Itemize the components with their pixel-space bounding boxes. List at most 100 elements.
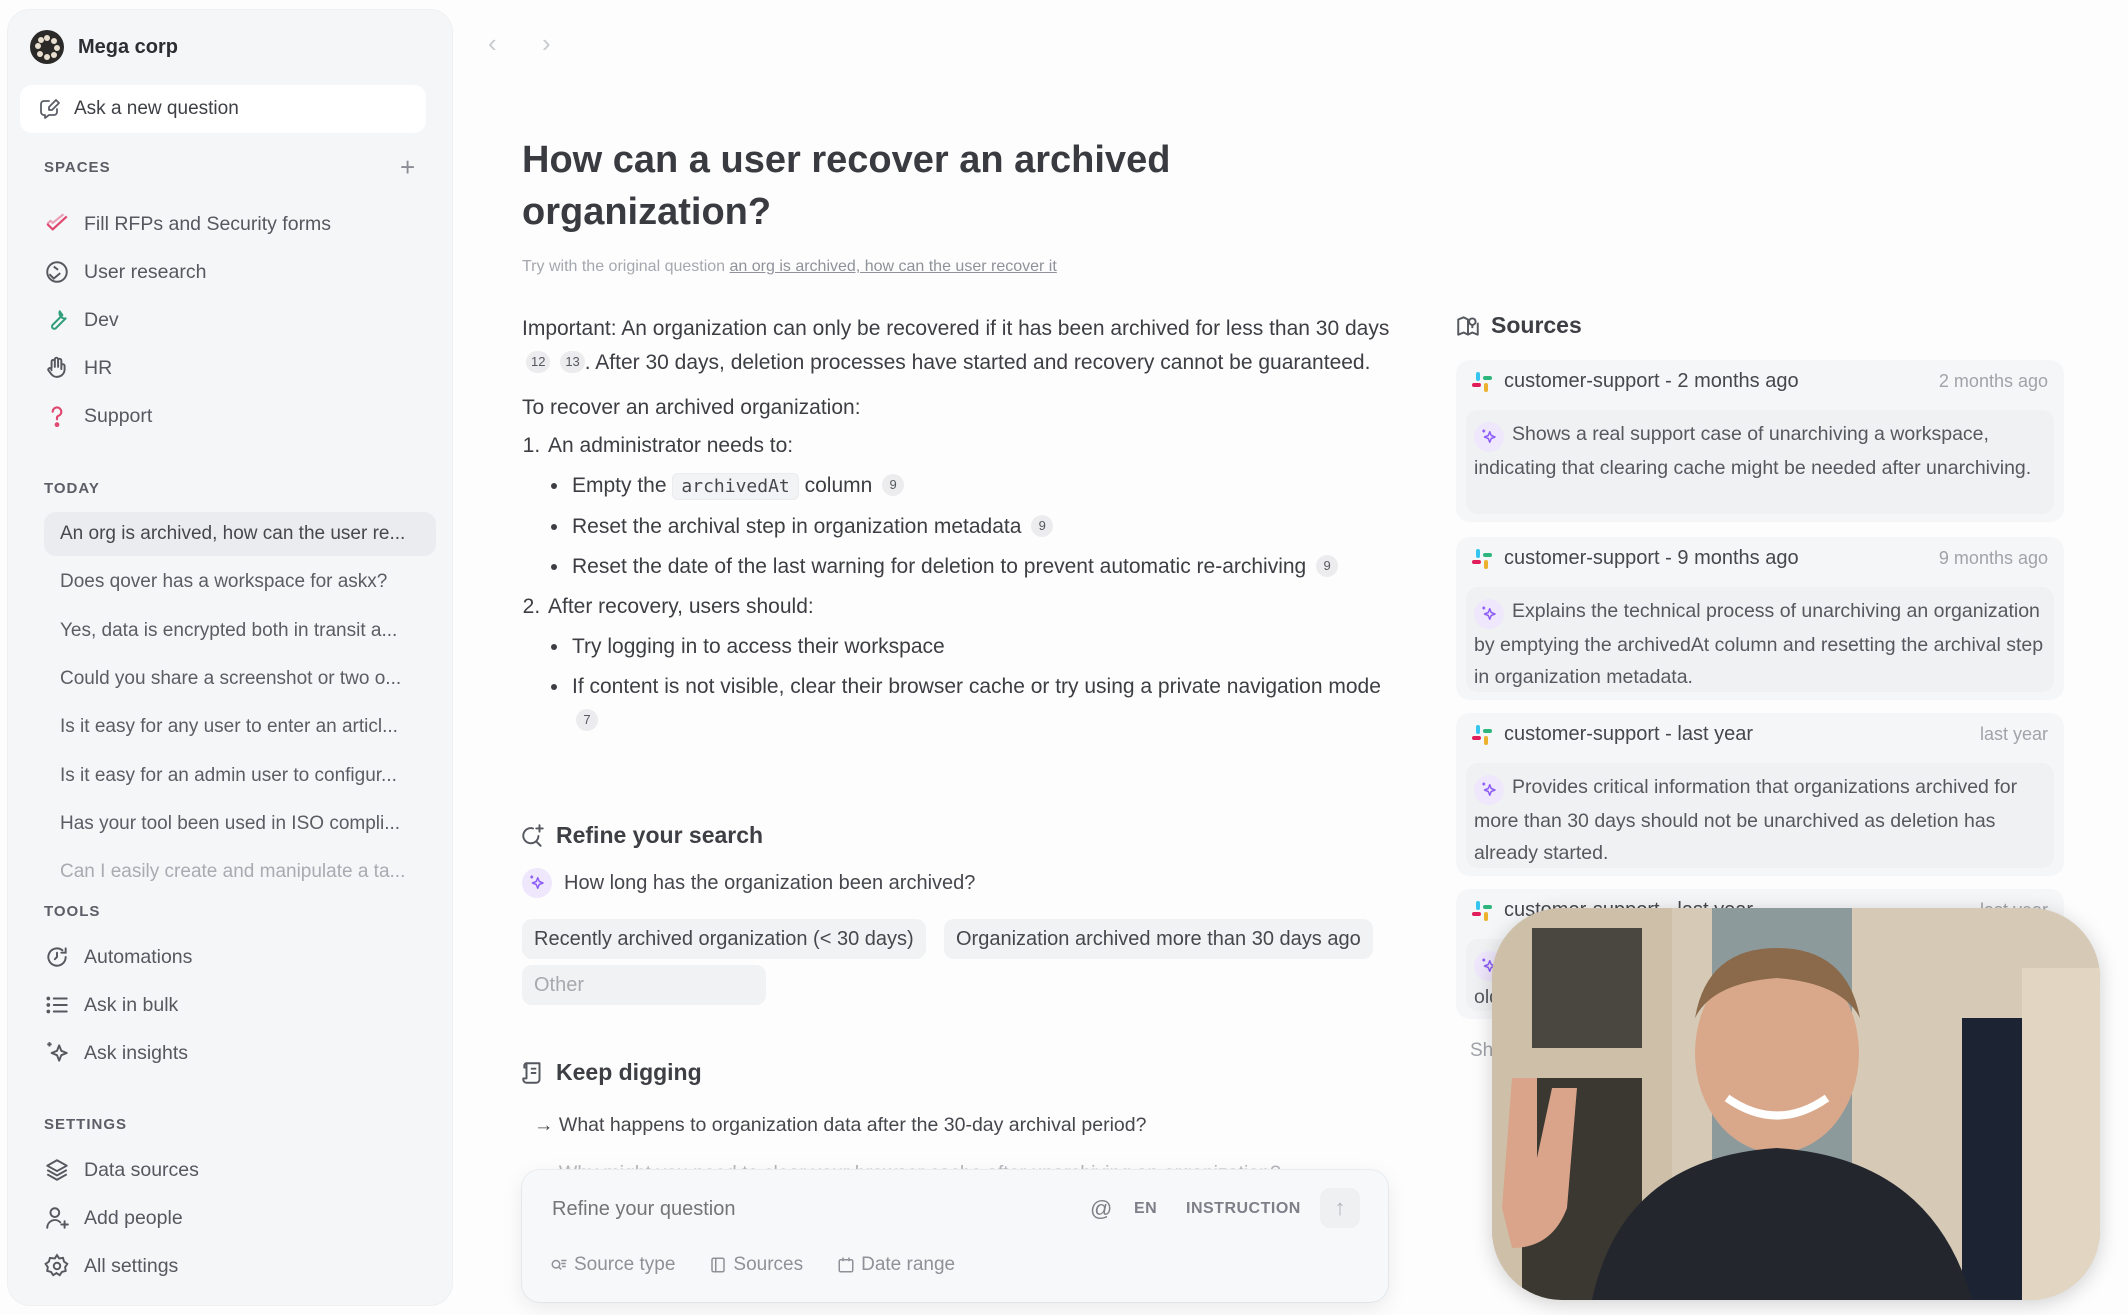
follow-up-link[interactable]: → What happens to organization data afte…: [534, 1114, 1146, 1137]
citation-badge[interactable]: 9: [1031, 515, 1054, 537]
history-item[interactable]: Could you share a screenshot or two o...: [44, 657, 436, 701]
citation-badge[interactable]: 12: [526, 351, 551, 373]
tool-item-ask-insights[interactable]: Ask insights: [44, 1033, 436, 1073]
settings-label-text: Data sources: [84, 1158, 199, 1181]
workspace-brand[interactable]: Mega corp: [30, 30, 178, 64]
original-question-link[interactable]: an org is archived, how can the user rec…: [730, 258, 1057, 275]
step-item: After recovery, users should: Try loggin…: [546, 590, 1392, 738]
ai-sparkle-icon: [1474, 422, 1504, 452]
inline-code: archivedAt: [672, 473, 799, 500]
gear-icon: [44, 1253, 69, 1277]
slack-icon: [1472, 548, 1492, 569]
tool-item-ask-in-bulk[interactable]: Ask in bulk: [44, 985, 436, 1025]
settings-label-text: All settings: [84, 1254, 179, 1277]
search-sparkle-icon: [522, 823, 544, 847]
source-card[interactable]: customer-support - 9 months ago 9 months…: [1456, 537, 2064, 700]
source-date: 9 months ago: [1938, 548, 2048, 568]
step-substeps: Try logging in to access their workspace…: [570, 630, 1392, 738]
settings-item-all-settings[interactable]: All settings: [44, 1246, 436, 1286]
refine-other-input[interactable]: Other: [522, 965, 766, 1005]
brand-name: Mega corp: [78, 35, 179, 58]
space-label: Fill RFPs and Security forms: [84, 212, 332, 235]
settings-item-add-people[interactable]: Add people: [44, 1198, 436, 1238]
source-summary-text: Explains the technical process of unarch…: [1474, 600, 2044, 688]
step-item: An administrator needs to: Empty the arc…: [546, 429, 1392, 584]
space-item-user-research[interactable]: User research: [44, 252, 436, 292]
clock-refresh-icon: [47, 947, 67, 967]
send-button[interactable]: ↑: [1320, 1188, 1360, 1228]
substep-text: Empty the: [572, 474, 667, 497]
step-text: After recovery, users should:: [548, 595, 814, 618]
space-item-rfps[interactable]: Fill RFPs and Security forms: [44, 204, 436, 244]
source-title: customer-support - last year: [1504, 723, 1753, 745]
history-item[interactable]: Is it easy for any user to enter an arti…: [44, 705, 436, 749]
refine-question-text: How long has the organization been archi…: [564, 871, 976, 894]
filter-label: Source type: [574, 1254, 676, 1275]
history-item[interactable]: Has your tool been used in ISO compli...: [44, 802, 436, 846]
filter-label: Sources: [733, 1254, 804, 1275]
source-card[interactable]: customer-support - 2 months ago 2 months…: [1456, 360, 2064, 522]
question-icon: [51, 406, 63, 428]
space-item-support[interactable]: Support: [44, 396, 436, 436]
ai-sparkle-icon: [1474, 775, 1504, 805]
refine-option-chip[interactable]: Recently archived organization (< 30 day…: [522, 919, 926, 959]
substep-item: Reset the date of the last warning for d…: [570, 550, 1392, 584]
original-question-prefix: Try with the original question: [522, 258, 726, 275]
history-item[interactable]: Can I easily create and manipulate a ta.…: [44, 861, 436, 887]
ask-new-question-button[interactable]: Ask a new question: [20, 85, 426, 133]
citation-badge[interactable]: 7: [576, 709, 598, 731]
citation-badge[interactable]: 13: [560, 351, 585, 373]
sources-heading: Sources: [1455, 312, 1582, 339]
source-summary: Provides critical information that organ…: [1466, 763, 2054, 868]
date-range-filter[interactable]: Date range: [837, 1254, 955, 1276]
space-label: Dev: [84, 308, 119, 331]
space-item-dev[interactable]: Dev: [44, 300, 436, 340]
refine-option-chip[interactable]: Organization archived more than 30 days …: [944, 919, 1373, 959]
instruction-button[interactable]: INSTRUCTION: [1186, 1200, 1301, 1218]
refine-question-input[interactable]: [552, 1198, 1052, 1221]
history-item[interactable]: Is it easy for an admin user to configur…: [44, 754, 436, 798]
tools-label: TOOLS: [44, 903, 101, 920]
mention-button[interactable]: @: [1090, 1196, 1113, 1222]
map-pin-icon: [1457, 315, 1479, 336]
source-card-header: customer-support - 2 months ago 2 months…: [1472, 370, 2048, 393]
sparkle-icon: [47, 1042, 68, 1062]
webcam-overlay[interactable]: [1492, 908, 2100, 1300]
settings-item-data-sources[interactable]: Data sources: [44, 1150, 436, 1190]
citation-badge[interactable]: 9: [882, 474, 905, 496]
source-summary: Explains the technical process of unarch…: [1466, 587, 2054, 692]
space-item-hr[interactable]: HR: [44, 348, 436, 388]
show-more-sources-link[interactable]: Sh: [1470, 1040, 1493, 1062]
sources-filter[interactable]: Sources: [709, 1254, 803, 1276]
refine-search-heading: Refine your search: [520, 822, 763, 849]
original-question-hint: Try with the original question an org is…: [522, 258, 1057, 276]
substep-item: If content is not visible, clear their b…: [570, 670, 1392, 738]
user-plus-icon: [46, 1207, 69, 1229]
history-item[interactable]: An org is archived, how can the user re.…: [44, 512, 436, 556]
brand-logo-icon: [30, 30, 64, 64]
history-item[interactable]: Does qover has a workspace for askx?: [44, 560, 436, 604]
tool-label: Automations: [84, 945, 193, 968]
globe-hands-icon: [46, 261, 68, 283]
source-card-header: customer-support - last year last year: [1472, 723, 2048, 746]
answer-text: . After 30 days, deletion processes have…: [584, 351, 1371, 374]
source-card[interactable]: customer-support - last year last year P…: [1456, 713, 2064, 876]
back-arrow-icon[interactable]: ‹: [488, 28, 497, 59]
add-space-button[interactable]: +: [400, 154, 415, 180]
layers-icon: [46, 1159, 68, 1181]
forward-arrow-icon[interactable]: ›: [542, 28, 551, 59]
language-selector[interactable]: EN: [1134, 1200, 1157, 1218]
ai-sparkle-icon: [522, 868, 552, 898]
source-date: 2 months ago: [1938, 371, 2048, 391]
source-summary-text: Shows a real support case of unarchiving…: [1474, 423, 2032, 479]
substep-item: Empty the archivedAt column 9: [570, 469, 1392, 504]
source-title: customer-support - 9 months ago: [1504, 547, 1799, 569]
citation-badge[interactable]: 9: [1316, 555, 1339, 577]
tool-item-automations[interactable]: Automations: [44, 937, 436, 977]
tool-label: Ask in bulk: [84, 993, 179, 1016]
source-type-filter[interactable]: Source type: [550, 1254, 675, 1276]
substep-text: Reset the date of the last warning for d…: [572, 555, 1307, 578]
source-summary-text: Provides critical information that organ…: [1474, 776, 2018, 864]
substep-text: Reset the archival step in organization …: [572, 515, 1022, 538]
history-item[interactable]: Yes, data is encrypted both in transit a…: [44, 609, 436, 653]
